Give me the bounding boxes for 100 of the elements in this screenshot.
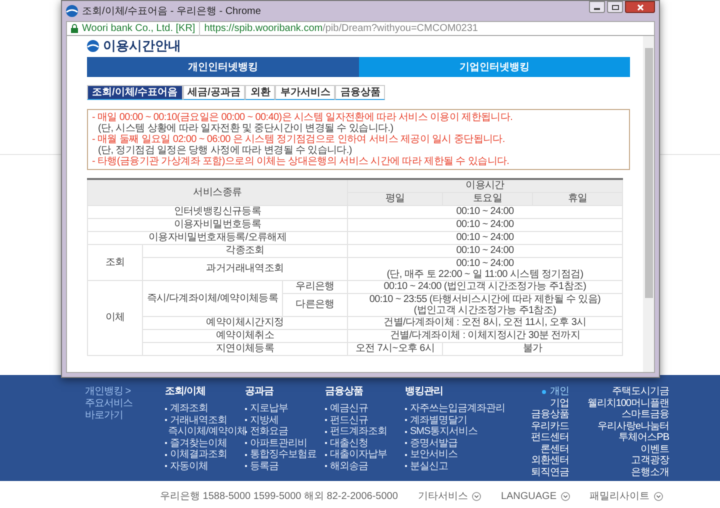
lock-icon xyxy=(71,24,78,33)
notice-text: - 매일 00:00 ~ 00:10(금요일은 00:00 ~ 00:40)은 시스템 일자전환에 따라 서비스 이용이 제한됩니다. xyxy=(92,112,514,123)
table-cell-text: 이용자비밀번호등록 xyxy=(172,219,262,230)
footer-heading: 공과금 xyxy=(245,386,274,398)
address-bar[interactable]: Woori bank Co., Ltd. [KR] https://spib.wooribank.com/pib/Dream?withyou=CMCOM0231 xyxy=(66,21,655,36)
tab[interactable]: 기업인터넷뱅킹 xyxy=(358,57,630,77)
footer-link[interactable]: 즐겨찾는이체 xyxy=(170,438,227,449)
table-cell-text: 과거거래내역조회 xyxy=(205,263,285,274)
footer-link[interactable]: 통합징수보험료 xyxy=(250,449,316,460)
table-cell-text: 00:10 ~ 24:00 xyxy=(455,206,515,217)
maximize-button[interactable] xyxy=(607,1,623,13)
footer-link[interactable]: 보안서비스 xyxy=(410,449,458,460)
table-cell-text: 00:10 ~ 24:00 (법인고객 시간조정가능 주1참조) xyxy=(382,281,588,292)
shortcut-link[interactable]: 개인뱅킹 > xyxy=(85,386,165,398)
footer-link[interactable]: 펀드신규 xyxy=(330,414,368,426)
footer-link[interactable]: 자동이체 xyxy=(170,460,208,472)
table-cell-text: 00:10 ~ 24:00 xyxy=(455,245,515,256)
scrollbar[interactable] xyxy=(643,36,654,372)
site-link[interactable]: 금융상품 xyxy=(531,409,569,420)
close-icon xyxy=(636,4,644,10)
footer-link[interactable]: 지방세 xyxy=(250,414,278,426)
table-cell-text: 00:10 ~ 24:00 xyxy=(455,232,515,243)
tab[interactable]: 개인인터넷뱅킹 xyxy=(87,57,358,77)
table-cell-text: 00:10 ~ 24:00 xyxy=(455,258,515,268)
dropdown-button[interactable]: 패밀리사이트 xyxy=(590,489,663,504)
site-link[interactable]: 스마트금융 xyxy=(622,409,669,420)
chevron-icon xyxy=(654,492,663,501)
logo-icon xyxy=(66,5,78,17)
site-link[interactable]: 이벤트 xyxy=(640,444,669,455)
site-link[interactable]: 론센터 xyxy=(540,444,569,455)
tab[interactable]: 세금/공과금 xyxy=(182,85,246,100)
page-heading: 이용시간안내 xyxy=(103,38,181,54)
footer-link[interactable]: 거래내역조회 xyxy=(170,414,227,426)
column-header: 휴일 xyxy=(566,193,588,204)
site-link[interactable]: 우리사랑e나눔터 xyxy=(597,420,669,432)
table-cell: 즉시/다계좌이체/예약이체등록 xyxy=(147,292,278,304)
dropdown-button[interactable]: LANGUAGE xyxy=(500,489,570,504)
notice-text: - 매월 둘째 일요일 02:00 ~ 06:00 은 시스템 정기점검으로 인하여 서비스 제공이 일시 중단됩니다. xyxy=(92,134,506,145)
site-link[interactable]: 우리카드 xyxy=(531,420,569,432)
tab[interactable]: 외환 xyxy=(245,85,276,100)
footer-link[interactable]: 해외송금 xyxy=(330,460,368,472)
dropdown-button[interactable]: 기타서비스 xyxy=(418,489,481,504)
footer-link[interactable]: 전화요금 xyxy=(250,426,288,438)
footer-link[interactable]: 계좌별명달기 xyxy=(410,414,467,426)
shortcut-caption: 주요서비스 xyxy=(85,398,132,410)
column-header: 이용시간 xyxy=(464,180,506,192)
site-link[interactable]: 외환센터 xyxy=(531,455,569,466)
footer-link[interactable]: 자주쓰는입금계좌관리 xyxy=(410,403,505,414)
table-cell-text: 오전 7시~오후 6시 xyxy=(354,343,436,354)
notice-text: - 타행(금융기관 가상계좌 포함)으로의 이체는 상대은행의 서비스 시간에 따라 제한될 수 있습니다. xyxy=(92,156,510,167)
footer-link[interactable]: 펀드계좌조회 xyxy=(330,426,387,438)
tab[interactable]: 부가서비스 xyxy=(275,85,336,100)
logo-icon xyxy=(87,40,99,52)
table-cell-text: (단, 매주 토 22:00 ~ 일 11:00 시스템 정기점검) xyxy=(386,268,584,280)
table-cell-text: 예약이체시간지정 xyxy=(205,317,285,328)
url-text: https://spib.wooribank.com/pib/Dream?withyou=CMCOM0231 xyxy=(204,22,478,36)
table-cell-text: 이체 xyxy=(104,312,126,323)
tab[interactable]: 조회/이체/수표어음 xyxy=(87,85,183,100)
footer-link[interactable]: SMS통지서비스 xyxy=(410,426,478,438)
table-cell-text: 인터넷뱅킹신규등록 xyxy=(172,206,262,217)
table-cell-text: 지연이체등록 xyxy=(214,343,276,354)
table-cell-text: (법인고객 시간조정가능 주1참조) xyxy=(412,304,558,316)
chevron-icon xyxy=(560,492,570,501)
footer-link[interactable]: 아파트관리비 xyxy=(250,438,307,449)
minimize-button[interactable] xyxy=(589,1,605,13)
site-link[interactable]: 웰리치100머니플랜 xyxy=(587,398,669,409)
table-cell-text: 예약이체취소 xyxy=(214,330,276,341)
footer-heading: 뱅킹관리 xyxy=(405,386,443,398)
tab[interactable]: 금융상품 xyxy=(335,85,386,100)
table-cell-text: 불가 xyxy=(522,343,544,354)
window-title: 조회/이체/수표어음 - 우리은행 - Chrome xyxy=(82,4,261,18)
table-cell-text: 00:10 ~ 24:00 xyxy=(455,219,515,230)
footer-link[interactable]: 지로납부 xyxy=(250,403,288,414)
site-link[interactable]: 기업 xyxy=(550,398,569,409)
column-header: 평일 xyxy=(384,193,406,204)
footer-link[interactable]: 예금신규 xyxy=(330,403,368,414)
footer-link[interactable]: 증명서발급 xyxy=(410,438,458,449)
table-cell-text: 다른은행 xyxy=(294,299,336,310)
table-cell-text: 00:10 ~ 23:55 (타행서비스시간에 따라 제한될 수 있음) xyxy=(368,294,602,304)
site-link[interactable]: 고객광장 xyxy=(631,455,669,466)
footer-link[interactable]: 이체결과조회 xyxy=(170,449,227,460)
site-link[interactable]: 펀드센터 xyxy=(531,432,569,444)
table-cell-text: 이용자비밀번호재등록/오류해제 xyxy=(147,232,288,243)
close-button[interactable] xyxy=(625,1,655,13)
footer-link[interactable]: 대출신청 xyxy=(330,438,368,449)
footer-link[interactable]: 즉시이체/예약이체 xyxy=(168,426,246,438)
notice-text: (단, 정기점검 일정은 당행 사정에 따라 변경될 수 있습니다.) xyxy=(97,145,353,156)
site-link[interactable]: 퇴직연금 xyxy=(531,466,569,478)
column-header: 토요일 xyxy=(472,193,504,204)
site-link[interactable]: 투체어스PB xyxy=(618,432,669,444)
footer-link[interactable]: 분실신고 xyxy=(410,460,448,472)
site-link[interactable]: 주택도시기금 xyxy=(612,386,669,398)
footer-link[interactable]: 계좌조회 xyxy=(170,403,208,414)
table-cell-text: 건별/다계좌이체 : 이체지정시간 30분 전까지 xyxy=(388,330,582,341)
site-link[interactable]: 개인 xyxy=(550,386,569,398)
footer-link[interactable]: 등록금 xyxy=(250,460,278,472)
site-link[interactable]: 은행소개 xyxy=(631,466,669,478)
footer-heading: 조회/이체 xyxy=(165,386,206,398)
footer-link[interactable]: 대출이자납부 xyxy=(330,449,387,460)
contact-text: 우리은행 1588-5000 1599-5000 해외 82-2-2006-5000 xyxy=(160,490,398,504)
